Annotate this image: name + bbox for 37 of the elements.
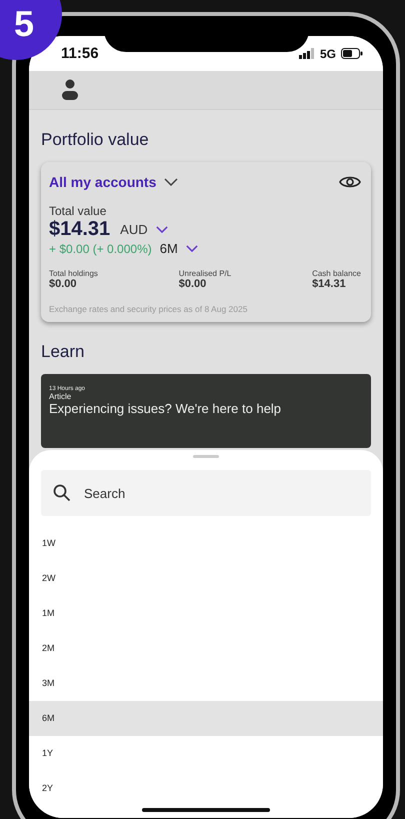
search-field[interactable]: Search — [41, 470, 371, 516]
period-option[interactable]: 2M — [29, 631, 383, 666]
stat-label: Total holdings — [49, 269, 98, 278]
learn-title: Learn — [41, 342, 86, 362]
period-option[interactable]: 6M — [29, 701, 383, 736]
battery-icon — [341, 48, 363, 59]
stat-value: $0.00 — [178, 278, 208, 290]
eye-icon[interactable] — [339, 174, 361, 190]
period-option[interactable]: 1W — [29, 526, 383, 561]
value-change: + $0.00 (+ 0.000%) — [49, 242, 152, 256]
portfolio-title: Portfolio value — [41, 130, 150, 150]
search-icon — [53, 484, 71, 502]
signal-icon — [298, 48, 315, 59]
account-selector[interactable]: All my accounts — [49, 174, 156, 190]
total-value-label: Total value — [49, 204, 108, 218]
article-title: Experiencing issues? We're here to help — [49, 401, 282, 416]
stat-label: Unrealised P/L — [178, 269, 232, 278]
chevron-down-icon[interactable] — [164, 178, 178, 186]
drag-handle[interactable] — [193, 455, 219, 458]
period-option[interactable]: 3M — [29, 666, 383, 701]
article-type: Article — [49, 392, 72, 401]
status-time: 11:56 — [61, 45, 99, 62]
profile-icon[interactable] — [61, 79, 79, 101]
period-selector[interactable]: 6M — [160, 241, 178, 256]
stat-label: Cash balance — [312, 269, 361, 278]
currency-selector[interactable]: AUD — [120, 222, 148, 237]
period-option[interactable]: 1Y — [29, 736, 383, 771]
period-option[interactable]: 1M — [29, 596, 383, 631]
footnote: Exchange rates and security prices as of 8 Aug 2025 — [49, 304, 248, 314]
period-option[interactable]: 2Y — [29, 771, 383, 806]
chevron-down-icon[interactable] — [156, 226, 168, 233]
stat-value: $14.31 — [312, 278, 347, 290]
total-value: $14.31 — [49, 218, 110, 241]
chevron-down-icon[interactable] — [186, 245, 198, 252]
period-option[interactable]: 2W — [29, 561, 383, 596]
network-type: 5G — [320, 46, 336, 60]
stat-value: $0.00 — [49, 278, 78, 290]
